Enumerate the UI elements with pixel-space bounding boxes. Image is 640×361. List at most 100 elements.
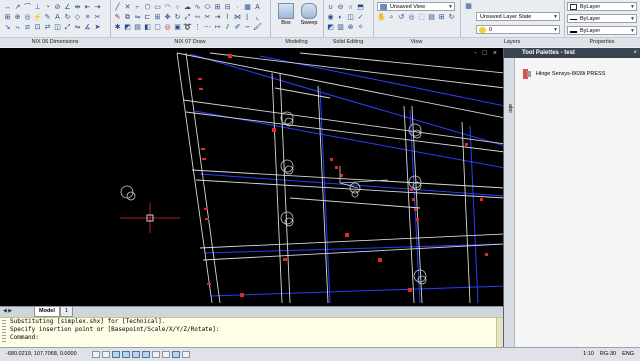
center-mark-icon[interactable]: ⊕	[13, 13, 22, 22]
insert-block-icon[interactable]: ⊞	[213, 3, 222, 12]
view-combo[interactable]: Unsaved View ▼	[377, 2, 455, 11]
viewport-close-button[interactable]: ×	[493, 50, 499, 57]
box-tool[interactable]: Box	[276, 3, 296, 26]
otrack-toggle-icon[interactable]	[142, 351, 150, 358]
grid-toggle-icon[interactable]	[102, 351, 110, 358]
polygon-icon[interactable]: ⬡	[143, 3, 152, 12]
dim-edit-icon[interactable]: ✎	[43, 13, 52, 22]
explode-icon[interactable]: ✱	[113, 23, 122, 32]
rectangle-icon[interactable]: ▭	[153, 3, 162, 12]
thicken-icon[interactable]: ▥	[336, 23, 345, 32]
wipeout-icon[interactable]: ▣	[173, 23, 182, 32]
shell-icon[interactable]: ◫	[346, 13, 355, 22]
fillet-icon[interactable]: ⌞	[253, 13, 262, 22]
break-icon[interactable]: ⌇	[223, 13, 232, 22]
ortho-toggle-icon[interactable]	[112, 351, 120, 358]
mirror-icon[interactable]: ⇋	[133, 13, 142, 22]
dim-mirror-icon[interactable]: ⇋	[73, 23, 82, 32]
trim-icon[interactable]: ✂	[203, 13, 212, 22]
separate-icon[interactable]: ◐	[336, 13, 345, 22]
close-icon[interactable]: ×	[633, 48, 637, 58]
slice-icon[interactable]: ◩	[326, 23, 335, 32]
arc-icon[interactable]: ◠	[163, 3, 172, 12]
tab-layout-1[interactable]: 1	[60, 307, 74, 317]
drawing-viewport[interactable]: - □ ×	[0, 48, 503, 306]
linetype-combo[interactable]: ByLayer ▼	[567, 14, 637, 23]
dim-text-edit-icon[interactable]: A	[53, 13, 62, 22]
tolerance-icon[interactable]: ⊞	[3, 13, 12, 22]
panel-title-modeling[interactable]: Modeling	[270, 37, 323, 47]
dim-update-icon[interactable]: ↻	[63, 13, 72, 22]
align-icon[interactable]: ⫽	[223, 23, 232, 32]
viewcube-icon[interactable]: ⬚	[417, 13, 426, 22]
xline-icon[interactable]: ✕	[123, 3, 132, 12]
panel-title-draw[interactable]: NIX 07 Draw	[110, 37, 270, 47]
radius-icon[interactable]: ◔	[43, 3, 52, 12]
aligned-dim-icon[interactable]: ↗	[13, 3, 22, 12]
lineweight-combo[interactable]: ByLayer ▼	[567, 26, 637, 35]
regen-icon[interactable]: ↻	[447, 13, 456, 22]
tool-palette-side-tab[interactable]: abc	[507, 104, 513, 113]
check-icon[interactable]: ✓	[356, 13, 365, 22]
panel-title-properties[interactable]: Properties	[564, 37, 640, 47]
orbit-icon[interactable]: ↺	[397, 13, 406, 22]
copy-icon[interactable]: ⧉	[123, 13, 132, 22]
annotation-scale[interactable]: 1:10	[583, 348, 594, 361]
dyn-toggle-icon[interactable]	[162, 351, 170, 358]
lengthen-icon[interactable]: ↦	[213, 23, 222, 32]
command-line[interactable]: Substituting [simplex.shx] for [Technica…	[0, 317, 503, 348]
diameter-icon[interactable]: ⊘	[53, 3, 62, 12]
osnap-toggle-icon[interactable]	[132, 351, 140, 358]
dim-scale-icon[interactable]: ⤢	[63, 23, 72, 32]
array-icon[interactable]: ⊞	[153, 13, 162, 22]
snap-toggle-icon[interactable]	[92, 351, 100, 358]
table-icon[interactable]: ▤	[133, 23, 142, 32]
quick-dim-icon[interactable]: ⇹	[73, 3, 82, 12]
intersect-icon[interactable]: ∩	[346, 3, 355, 12]
dim-arrow-icon[interactable]: ➤	[93, 23, 102, 32]
move-icon[interactable]: ✥	[163, 13, 172, 22]
stretch-icon[interactable]: ⇿	[193, 13, 202, 22]
viewport-restore-button[interactable]: □	[483, 50, 489, 57]
boundary-icon[interactable]: ▢	[153, 23, 162, 32]
dim-oblique-icon[interactable]: ⧄	[23, 23, 32, 32]
continue-icon[interactable]: ⇥	[93, 3, 102, 12]
rotate-icon[interactable]: ↻	[173, 13, 182, 22]
interfere-icon[interactable]: ⊗	[346, 23, 355, 32]
baseline-icon[interactable]: ⇤	[83, 3, 92, 12]
layer-properties-icon[interactable]: ▦	[464, 2, 473, 11]
dim-text-angle-icon[interactable]: ∡	[83, 23, 92, 32]
tab-nav-arrows[interactable]: ◀ ▶	[3, 307, 12, 316]
divide-icon[interactable]: ⋮	[193, 23, 202, 32]
command-line-scrollbar[interactable]	[496, 318, 503, 348]
dim-layer-icon[interactable]: ◫	[53, 23, 62, 32]
inspect-icon[interactable]: ◎	[23, 13, 32, 22]
imprint-icon[interactable]: ◉	[326, 13, 335, 22]
tab-model[interactable]: Model	[34, 307, 60, 317]
erase-icon[interactable]: ✎	[113, 13, 122, 22]
properties-match-icon[interactable]: 🖌	[253, 23, 262, 32]
ordinate-icon[interactable]: ⊥	[33, 3, 42, 12]
make-block-icon[interactable]: ⊟	[223, 3, 232, 12]
multileader-icon[interactable]: ⤷	[13, 23, 22, 32]
dim-style-icon[interactable]: ◇	[73, 13, 82, 22]
color-combo[interactable]: ByLayer ▼	[567, 2, 637, 11]
visual-style[interactable]: RG-30	[600, 348, 616, 361]
named-views-icon[interactable]: ▤	[427, 13, 436, 22]
subtract-icon[interactable]: ⊖	[336, 3, 345, 12]
linear-dim-icon[interactable]: ↔	[3, 3, 12, 12]
mtext-icon[interactable]: A	[253, 3, 262, 12]
splinedit-icon[interactable]: ∽	[243, 23, 252, 32]
palette-item-hinge[interactable]: Hinge Sensys-8639i PRESS	[522, 68, 605, 80]
donut-icon[interactable]: ◎	[163, 23, 172, 32]
dim-reassociate-icon[interactable]: ⇄	[43, 23, 52, 32]
circle-icon[interactable]: ○	[173, 3, 182, 12]
panel-title-solid-editing[interactable]: Solid Editing	[323, 37, 373, 47]
extrude-faces-icon[interactable]: ⬒	[356, 3, 365, 12]
ellipse-icon[interactable]: ⬭	[203, 3, 212, 12]
layer-combo[interactable]: 0 ▼	[476, 25, 560, 34]
panel-title-layers[interactable]: Layers	[460, 37, 564, 47]
spline-icon[interactable]: ∿	[193, 3, 202, 12]
dim-break-icon[interactable]: ✂	[93, 13, 102, 22]
steering-wheel-icon[interactable]: ◎	[407, 13, 416, 22]
